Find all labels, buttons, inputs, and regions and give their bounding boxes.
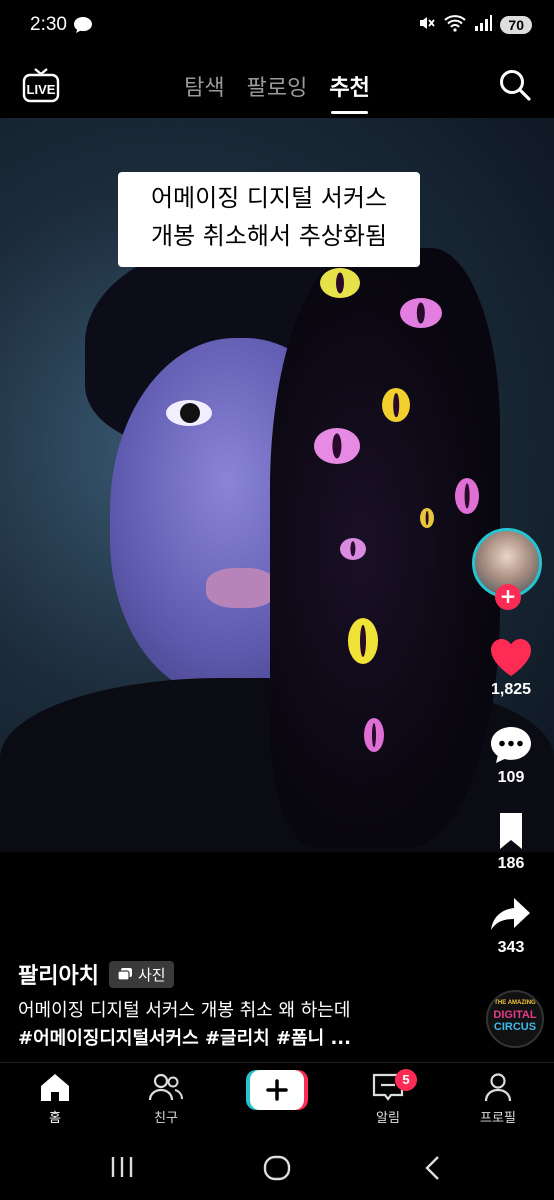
save-button[interactable]: 186: [471, 810, 551, 873]
nav-profile[interactable]: 프로필: [453, 1071, 543, 1126]
caption-line-1: 어메이징 디지털 서커스: [150, 184, 388, 212]
status-icons: 70: [418, 14, 532, 36]
music-disc[interactable]: THE AMAZING DIGITAL CIRCUS: [486, 990, 544, 1048]
share-count: 343: [497, 939, 525, 956]
signal-icon: [474, 15, 493, 35]
home-icon: [41, 1074, 69, 1101]
follow-plus-icon[interactable]: +: [495, 584, 521, 610]
profile-icon: [484, 1073, 512, 1102]
photo-caption: 어메이징 디지털 서커스 개봉 취소해서 추상화됨: [118, 172, 420, 267]
photo-eye: [166, 400, 212, 426]
creator-avatar[interactable]: +: [472, 528, 548, 610]
post-hashtags[interactable]: #어메이징디지털서커스 #글리치 #폼니 ...: [18, 1024, 351, 1050]
disc-line-1: THE AMAZING: [494, 1000, 536, 1006]
tab-explore[interactable]: 탐색: [184, 70, 224, 102]
back-button[interactable]: [420, 1153, 446, 1187]
recent-apps-icon: [111, 1157, 133, 1177]
nav-home-label: 홈: [49, 1111, 61, 1126]
like-button[interactable]: 1,825: [471, 636, 551, 699]
photo-badge-label: 사진: [137, 965, 166, 984]
post-description[interactable]: 어메이징 디지털 서커스 개봉 취소 왜 하는데: [18, 996, 350, 1022]
disc-line-2: DIGITAL: [493, 1009, 537, 1021]
tab-for-you[interactable]: 추천: [329, 70, 370, 114]
back-chevron-icon: [425, 1156, 439, 1180]
status-time: 2:30: [30, 14, 67, 35]
author-row: 팔리아치 사진: [18, 958, 174, 990]
home-system-button[interactable]: [262, 1153, 292, 1187]
nav-inbox[interactable]: 알림 5: [343, 1069, 433, 1126]
top-nav: LIVE 탐색 팔로잉 추천: [0, 58, 554, 118]
disc-line-3: CIRCUS: [493, 1021, 537, 1033]
battery-indicator: 70: [500, 16, 532, 34]
nav-friends-label: 친구: [154, 1111, 178, 1126]
comment-icon: [491, 727, 531, 763]
heart-icon: [491, 639, 531, 676]
share-button[interactable]: 343: [471, 894, 551, 957]
tab-following[interactable]: 팔로잉: [247, 70, 308, 102]
author-name[interactable]: 팔리아치: [18, 958, 99, 990]
bookmark-icon: [500, 813, 522, 849]
nav-home[interactable]: 홈: [10, 1071, 100, 1126]
nav-friends[interactable]: 친구: [121, 1071, 211, 1126]
system-nav: [0, 1140, 554, 1200]
inbox-badge: 5: [395, 1069, 417, 1091]
photo-monster-side: [270, 248, 500, 848]
save-count: 186: [497, 855, 525, 872]
photo-lips: [206, 568, 276, 608]
home-circle-icon: [263, 1155, 291, 1181]
search-button[interactable]: [498, 68, 532, 102]
mute-icon: [418, 14, 436, 36]
chat-bubble-icon: [72, 15, 94, 39]
status-bar: 2:30 70: [0, 0, 554, 54]
photo-badge: 사진: [108, 960, 174, 988]
comment-button[interactable]: 109: [471, 724, 551, 787]
nav-inbox-label: 알림: [376, 1111, 400, 1126]
create-button[interactable]: [246, 1070, 308, 1110]
photo-stack-icon: [117, 968, 132, 981]
comment-count: 109: [497, 769, 525, 786]
feed-tabs: 탐색 팔로잉 추천: [0, 70, 554, 114]
like-count: 1,825: [490, 681, 532, 698]
share-icon: [491, 898, 530, 930]
caption-line-2: 개봉 취소해서 추상화됨: [150, 222, 388, 250]
friends-icon: [148, 1073, 183, 1101]
nav-profile-label: 프로필: [480, 1111, 516, 1126]
recent-apps-button[interactable]: [108, 1154, 136, 1184]
create-icon: [246, 1070, 308, 1110]
wifi-icon: [444, 14, 467, 36]
search-icon: [500, 70, 531, 101]
